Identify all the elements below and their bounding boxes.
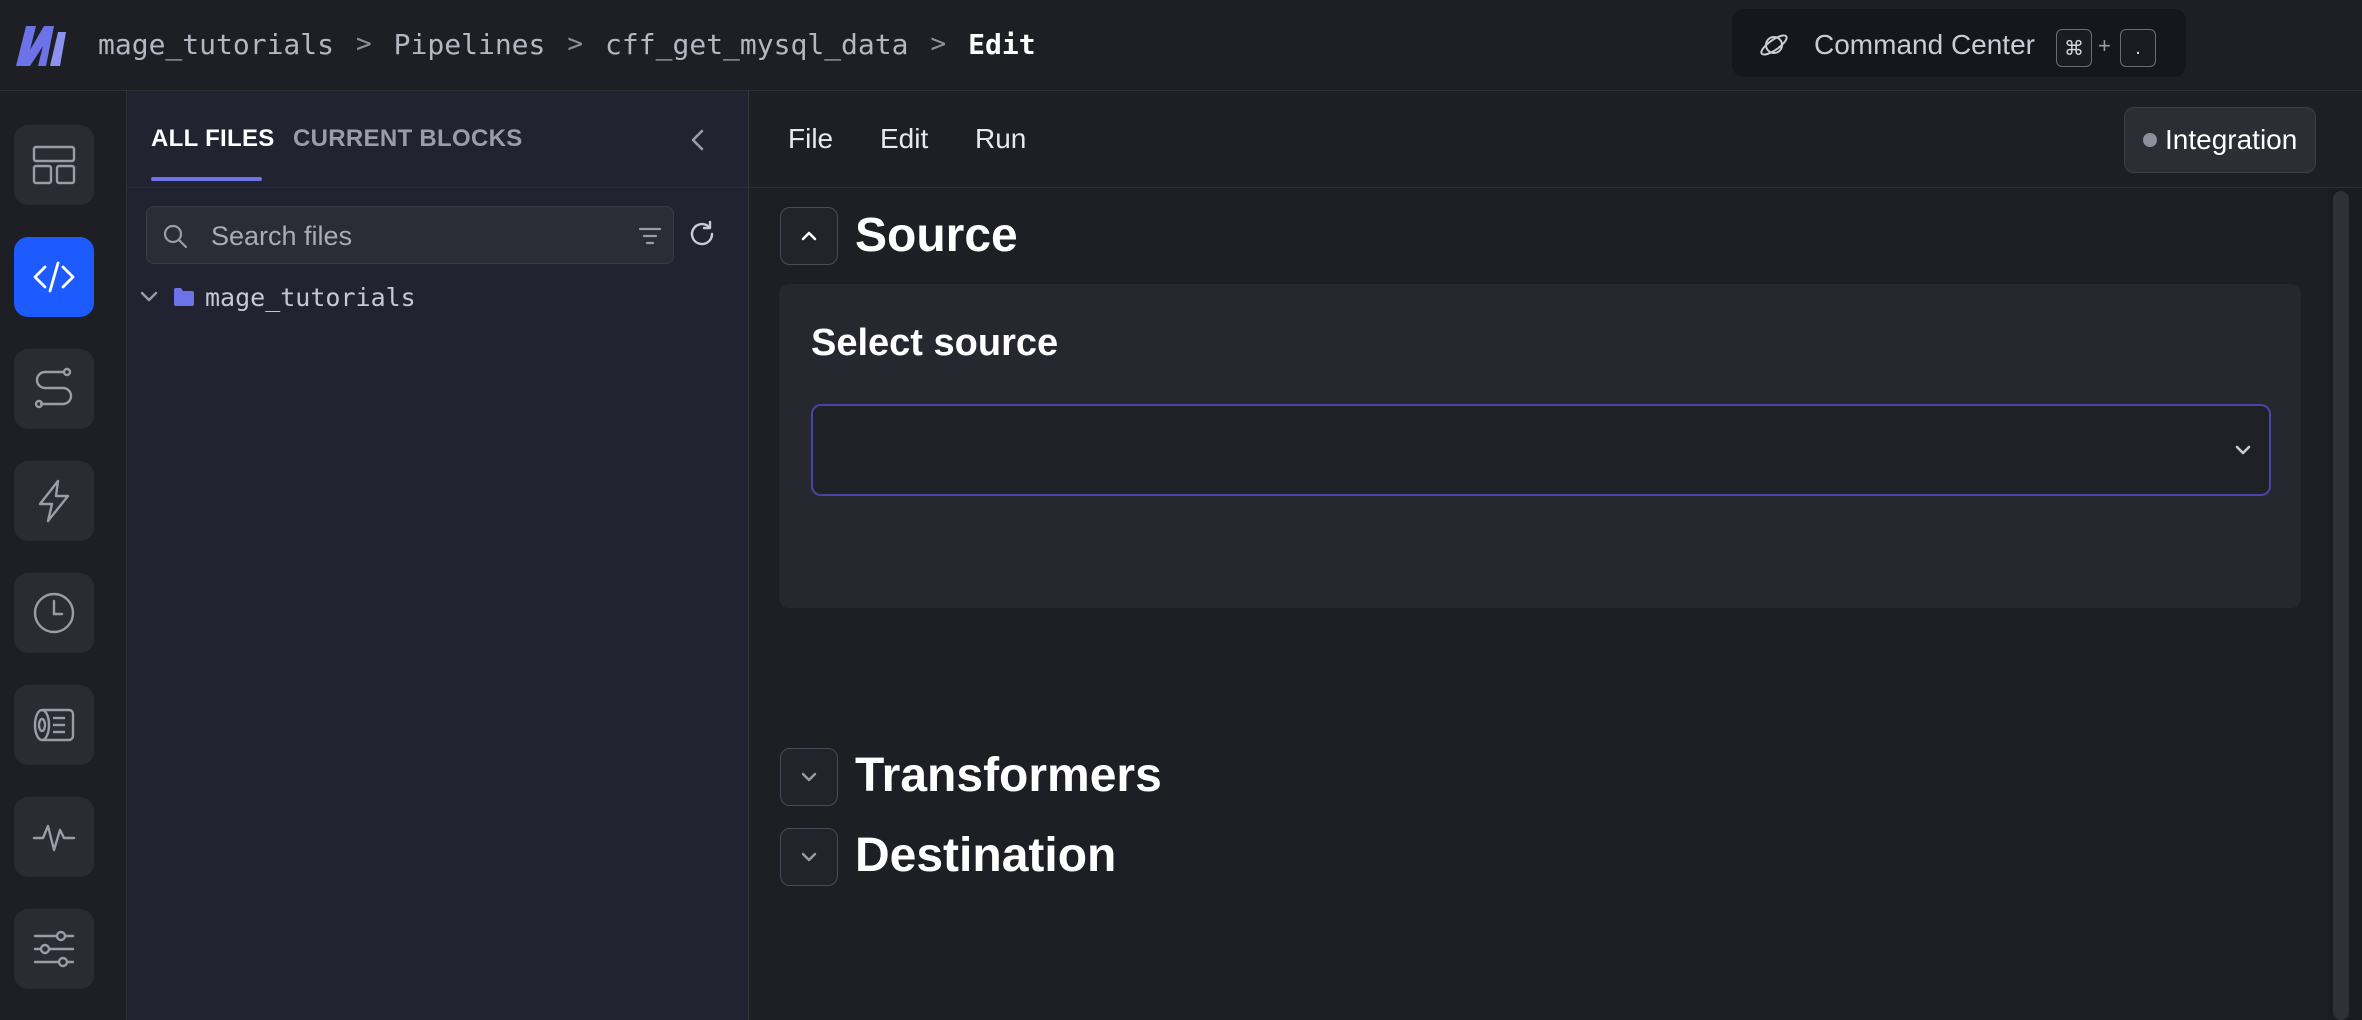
command-center-button[interactable]: Command Center ⌘ + . — [1732, 9, 2186, 77]
nav-triggers-button[interactable] — [14, 461, 94, 541]
planet-icon — [1760, 34, 1788, 56]
nav-runs-button[interactable] — [14, 573, 94, 653]
layout-grid-icon — [32, 145, 76, 185]
chevron-down-icon — [140, 291, 158, 302]
mage-logo[interactable] — [16, 22, 66, 66]
clock-icon — [33, 592, 75, 634]
source-config-card: Select source — [779, 284, 2301, 608]
shortcut-key-period: . — [2120, 29, 2156, 67]
breadcrumb-pipeline[interactable]: cff_get_mysql_data — [605, 28, 908, 61]
refresh-icon[interactable] — [687, 219, 717, 249]
route-icon — [34, 367, 73, 409]
status-dot — [2143, 133, 2157, 147]
top-header: mage_tutorials > Pipelines > cff_get_mys… — [0, 0, 2362, 91]
transformers-section-title: Transformers — [855, 749, 1162, 802]
tab-all-files[interactable]: ALL FILES — [151, 125, 275, 153]
pulse-icon — [32, 824, 76, 852]
menu-file[interactable]: File — [788, 123, 833, 155]
active-tab-indicator — [151, 177, 262, 181]
menu-edit[interactable]: Edit — [880, 123, 928, 155]
tree-folder-item[interactable]: mage_tutorials — [131, 277, 416, 317]
menu-bar: File Edit Run Integration — [749, 91, 2362, 188]
nav-backfills-button[interactable] — [14, 685, 94, 765]
nav-monitor-button[interactable] — [14, 797, 94, 877]
chevron-down-icon — [801, 772, 817, 782]
shortcut-key-cmd: ⌘ — [2056, 29, 2092, 67]
command-center-label: Command Center — [1814, 29, 2035, 60]
chevron-up-icon — [801, 231, 817, 241]
file-panel-tabs: ALL FILES CURRENT BLOCKS — [127, 91, 748, 188]
lightning-icon — [38, 479, 70, 523]
breadcrumb-pipelines[interactable]: Pipelines — [394, 28, 546, 61]
source-select[interactable] — [811, 404, 2271, 496]
pipeline-type-label: Integration — [2165, 124, 2298, 155]
destination-section-title: Destination — [855, 829, 1117, 882]
menu-run[interactable]: Run — [975, 123, 1026, 155]
main-editor: File Edit Run Integration Source Select … — [749, 91, 2362, 1020]
destination-expand-button[interactable] — [780, 828, 838, 886]
nav-pipeline-button[interactable] — [14, 349, 94, 429]
breadcrumb-current: Edit — [968, 27, 1036, 61]
tree-item-label: mage_tutorials — [205, 282, 416, 312]
filter-icon[interactable] — [637, 223, 663, 249]
file-browser-panel: ALL FILES CURRENT BLOCKS mage_tutorials — [127, 91, 749, 1020]
breadcrumb: mage_tutorials > Pipelines > cff_get_mys… — [98, 24, 1036, 64]
chevron-down-icon — [2235, 445, 2251, 455]
tab-current-blocks[interactable]: CURRENT BLOCKS — [293, 125, 523, 153]
nav-code-editor-button[interactable] — [14, 237, 94, 317]
shortcut-plus: + — [2098, 33, 2111, 58]
source-collapse-button[interactable] — [780, 207, 838, 265]
sliders-icon — [33, 930, 75, 968]
file-search-box — [146, 206, 674, 264]
search-input[interactable] — [209, 215, 593, 257]
chevron-down-icon — [801, 852, 817, 862]
breadcrumb-separator: > — [356, 29, 372, 59]
pipeline-type-badge[interactable]: Integration — [2124, 107, 2316, 173]
folder-icon — [174, 288, 194, 306]
breadcrumb-project[interactable]: mage_tutorials — [98, 28, 334, 61]
left-navigation — [0, 91, 127, 1020]
breadcrumb-separator: > — [930, 29, 947, 59]
nav-overview-button[interactable] — [14, 125, 94, 205]
code-icon — [33, 261, 75, 293]
source-section-title: Source — [855, 209, 1018, 262]
film-roll-icon — [33, 708, 75, 742]
scrollbar-thumb[interactable] — [2333, 191, 2349, 1020]
breadcrumb-separator: > — [567, 29, 584, 59]
collapse-panel-icon[interactable] — [681, 123, 715, 157]
search-icon — [163, 224, 188, 249]
nav-settings-button[interactable] — [14, 909, 94, 989]
select-source-label: Select source — [811, 322, 1059, 364]
transformers-expand-button[interactable] — [780, 748, 838, 806]
